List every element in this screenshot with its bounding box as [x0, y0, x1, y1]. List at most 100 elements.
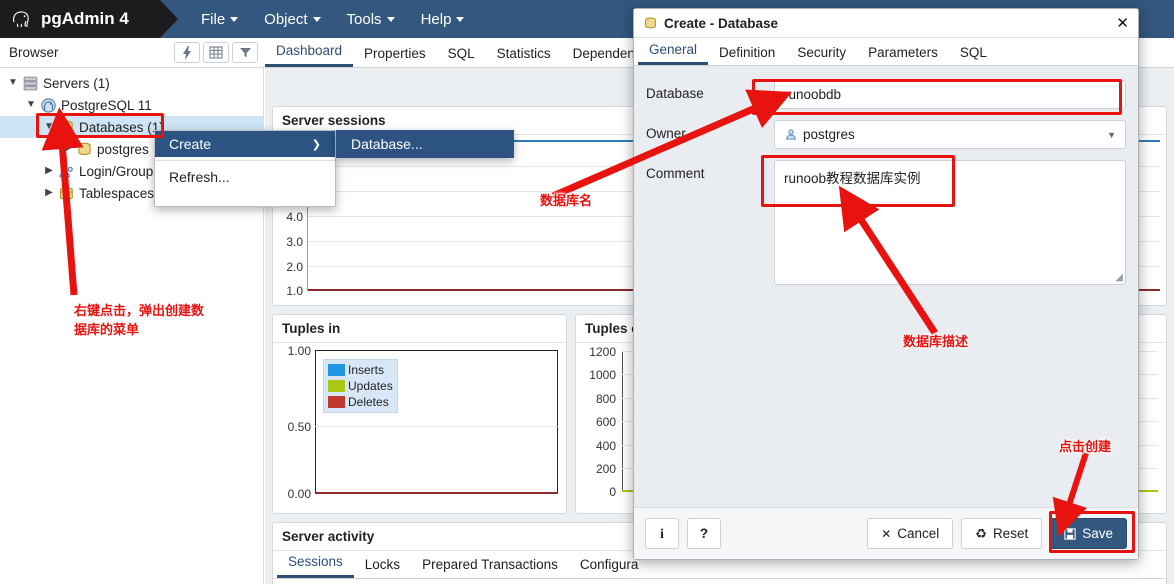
context-menu[interactable]: Create ❯ Refresh... — [154, 130, 336, 207]
legend-label-deletes: Deletes — [348, 395, 389, 409]
ytick-tin-1: 0.50 — [287, 420, 311, 434]
annotation-save: 点击创建 — [1059, 438, 1111, 457]
context-submenu-item-database[interactable]: Database... — [337, 131, 513, 157]
brand-label: pgAdmin 4 — [41, 9, 129, 28]
grid-table-icon-button[interactable] — [203, 42, 229, 63]
dialog-tab-sql[interactable]: SQL — [949, 42, 998, 65]
app-brand: pgAdmin 4 — [0, 0, 160, 38]
annotation-save-line1: 点击创建 — [1059, 439, 1112, 454]
menu-object[interactable]: Object — [253, 7, 331, 32]
reset-button[interactable]: ♻ Reset — [961, 518, 1043, 549]
ytick-3: 4.0 — [286, 210, 303, 224]
owner-select[interactable]: postgres ▼ — [774, 120, 1126, 149]
context-menu-item-create[interactable]: Create ❯ — [155, 131, 335, 157]
user-icon — [786, 129, 796, 140]
legend-entry-updates: Updates — [328, 379, 393, 393]
tab-statistics[interactable]: Statistics — [486, 42, 562, 67]
context-menu-separator — [155, 160, 335, 161]
sa-tab-prepared-transactions-label: Prepared Transactions — [422, 557, 558, 572]
ytick-tout-5: 200 — [595, 462, 616, 476]
menu-tools[interactable]: Tools — [336, 7, 406, 32]
comment-textarea[interactable]: runoob教程数据库实例 ◢ — [774, 160, 1126, 285]
close-icon[interactable]: ✕ — [1116, 14, 1129, 32]
reset-label: Reset — [992, 526, 1029, 541]
comment-value: runoob教程数据库实例 — [784, 171, 921, 186]
context-submenu[interactable]: Database... — [336, 130, 514, 158]
filter-icon-button[interactable] — [232, 42, 258, 63]
lightning-bolt-icon-button[interactable] — [174, 42, 200, 63]
tree-item-postgresql-label: PostgreSQL 11 — [61, 97, 152, 113]
chevron-down-icon — [386, 16, 395, 22]
browser-title: Browser — [9, 45, 59, 60]
chevron-right-icon[interactable]: ▶ — [58, 144, 76, 154]
sa-tab-prepared-transactions[interactable]: Prepared Transactions — [411, 553, 569, 578]
annotation-database-name: 数据库名 — [540, 192, 592, 211]
ytick-tout-4: 400 — [595, 439, 616, 453]
resize-grip-icon[interactable]: ◢ — [1115, 272, 1123, 283]
chevron-right-icon[interactable]: ▶ — [40, 166, 58, 176]
tree-item-servers-label: Servers (1) — [43, 75, 110, 91]
tree-item-postgresql-11[interactable]: ▼ PostgreSQL 11 — [0, 94, 263, 116]
chevron-right-icon: ❯ — [311, 138, 321, 151]
tab-properties[interactable]: Properties — [353, 42, 437, 67]
chevron-down-icon — [230, 16, 239, 22]
database-name-input[interactable]: runoobdb — [774, 80, 1126, 109]
dialog-tab-definition[interactable]: Definition — [708, 42, 786, 65]
annotation-database-name-line1: 数据库名 — [540, 193, 593, 208]
create-database-dialog: Create - Database ✕ General Definition S… — [633, 8, 1139, 560]
menu-help[interactable]: Help — [410, 7, 476, 32]
cancel-button[interactable]: ✕ Cancel — [867, 518, 954, 549]
dialog-tab-general-label: General — [649, 42, 698, 57]
tablespaces-icon — [60, 187, 73, 199]
ytick-tin-0: 1.00 — [287, 344, 311, 358]
help-button[interactable]: ? — [687, 518, 721, 549]
tab-dashboard[interactable]: Dashboard — [265, 39, 354, 67]
sa-tab-sessions[interactable]: Sessions — [277, 550, 354, 578]
dialog-tab-parameters[interactable]: Parameters — [857, 42, 949, 65]
ytick-tout-3: 600 — [595, 415, 616, 429]
sa-tab-locks-label: Locks — [364, 557, 401, 572]
legend-swatch-inserts — [328, 364, 345, 376]
field-row-owner: Owner postgres ▼ — [646, 120, 1126, 149]
brand-arrow-decoration — [160, 0, 178, 38]
close-icon: ✕ — [881, 526, 892, 541]
database-field-label: Database — [646, 86, 704, 101]
tree-item-databases-label: Databases (1) — [79, 119, 164, 135]
chevron-down-icon[interactable]: ▼ — [40, 122, 58, 132]
tab-properties-label: Properties — [364, 46, 426, 61]
browser-panel-header: Browser — [0, 38, 264, 68]
filter-icon — [239, 48, 251, 58]
chevron-down-icon[interactable]: ▼ — [4, 78, 22, 88]
save-label: Save — [1082, 526, 1113, 541]
legend-entry-inserts: Inserts — [328, 363, 393, 377]
annotation-tree-line2: 据库的菜单 — [74, 321, 140, 337]
info-button[interactable]: i — [645, 518, 679, 549]
servers-icon — [23, 76, 38, 90]
field-row-database: Database runoobdb — [646, 80, 1126, 109]
dialog-footer: i ? ✕ Cancel ♻ Reset Save — [634, 507, 1138, 559]
chevron-right-icon[interactable]: ▶ — [40, 188, 58, 198]
ytick-tout-6: 0 — [609, 485, 616, 499]
menu-file[interactable]: File — [190, 7, 249, 32]
legend-swatch-updates — [328, 380, 345, 392]
menu-help-label: Help — [420, 10, 452, 28]
question-icon: ? — [699, 526, 709, 541]
sa-tab-configuration-label: Configura — [579, 557, 639, 572]
dialog-titlebar: Create - Database ✕ — [634, 9, 1138, 38]
comment-field-label: Comment — [646, 166, 705, 181]
save-button[interactable]: Save — [1050, 518, 1127, 549]
tab-sql[interactable]: SQL — [437, 42, 486, 67]
tree-item-servers[interactable]: ▼ Servers (1) — [0, 72, 263, 94]
dialog-tab-security[interactable]: Security — [786, 42, 857, 65]
database-icon — [645, 17, 656, 28]
lightning-bolt-icon — [183, 45, 191, 60]
sa-tab-locks[interactable]: Locks — [354, 553, 411, 578]
ytick-4: 3.0 — [286, 235, 303, 249]
database-name-value: runoobdb — [784, 87, 842, 102]
dialog-tab-security-label: Security — [797, 45, 847, 60]
context-menu-item-refresh[interactable]: Refresh... — [155, 164, 335, 190]
tab-statistics-label: Statistics — [496, 46, 551, 61]
elephant-logo-icon — [13, 11, 29, 28]
dialog-tab-general[interactable]: General — [638, 39, 709, 65]
chevron-down-icon[interactable]: ▼ — [22, 100, 40, 110]
